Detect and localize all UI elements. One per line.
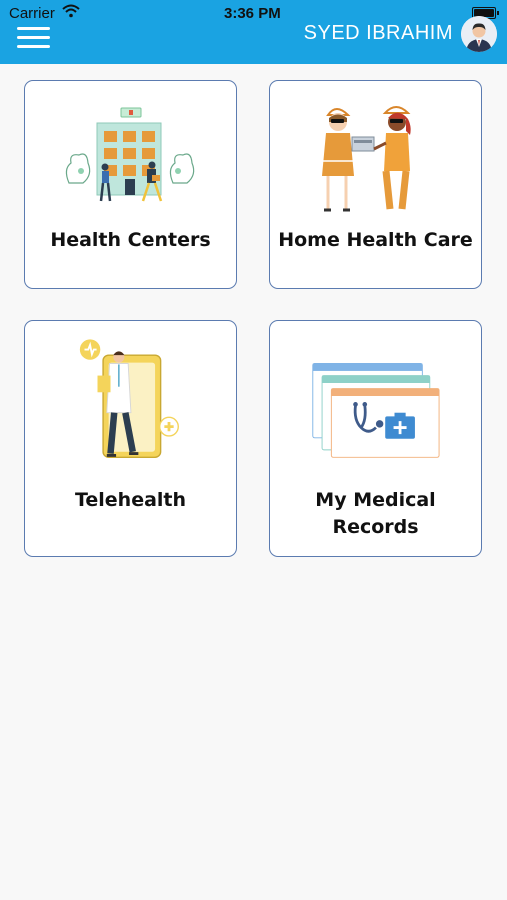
health-centers-card[interactable]: Health Centers — [24, 80, 237, 289]
my-medical-records-label-line2: Records — [332, 516, 419, 538]
clock: 3:36 PM — [224, 5, 281, 22]
wifi-icon — [62, 4, 80, 22]
doctor-phone-icon — [79, 339, 179, 458]
telehealth-card[interactable]: Telehealth — [24, 320, 237, 557]
building-icon — [65, 107, 195, 202]
home-health-care-label: Home Health Care — [278, 229, 473, 251]
home-health-care-card[interactable]: Home Health Care — [269, 80, 482, 289]
carrier-label: Carrier — [9, 5, 55, 22]
my-medical-records-label-line1: My Medical — [315, 489, 436, 511]
telehealth-label: Telehealth — [74, 489, 187, 511]
nurses-icon — [322, 106, 411, 213]
medical-records-icon — [312, 363, 440, 458]
username: SYED IBRAHIM — [303, 22, 453, 44]
avatar[interactable] — [461, 16, 497, 52]
health-centers-label: Health Centers — [50, 229, 211, 251]
hamburger-menu-icon[interactable] — [17, 27, 50, 49]
my-medical-records-card[interactable]: My Medical Records — [269, 320, 482, 557]
